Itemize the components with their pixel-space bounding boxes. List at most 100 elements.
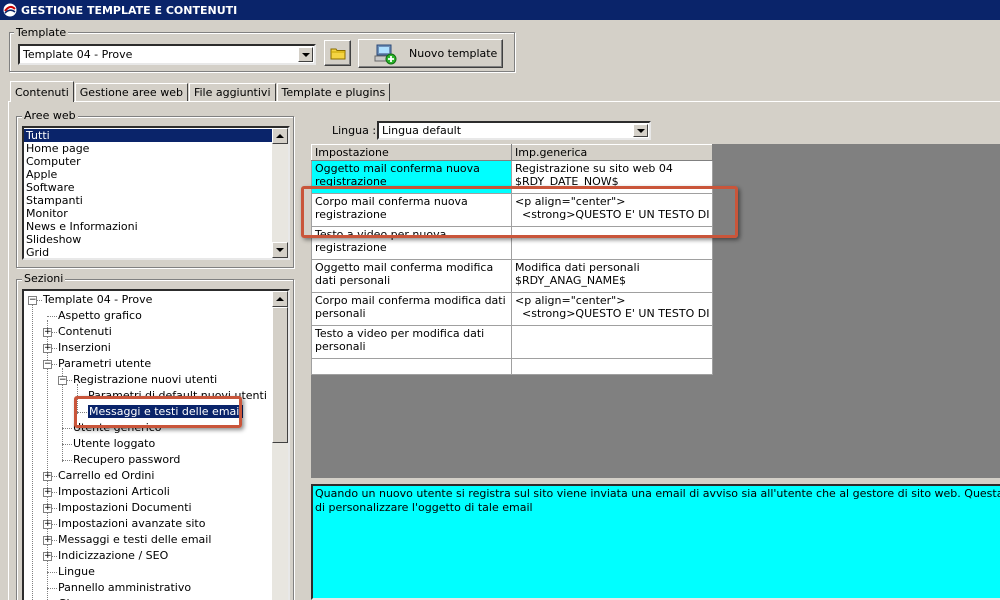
value-cell[interactable] (510, 358, 714, 375)
aree-web-scrollbar[interactable] (272, 128, 288, 258)
tab-file-aggiuntivi[interactable]: File aggiuntivi (188, 83, 276, 102)
value-line: Modifica dati personali (515, 261, 640, 274)
tree-item[interactable]: Indicizzazione / SEO (58, 548, 168, 564)
list-item[interactable]: Home page (24, 142, 272, 155)
value-cell[interactable]: Modifica dati personali $RDY_ANAG_NAME$ (510, 259, 714, 293)
settings-grid: Impostazione Imp.generica Oggetto mail c… (311, 144, 714, 375)
list-item[interactable]: Tutti (24, 129, 272, 142)
expand-icon[interactable]: + (43, 344, 52, 353)
open-folder-button[interactable] (324, 40, 351, 66)
setting-cell[interactable]: Testo a video per modifica dati personal… (311, 325, 512, 359)
collapse-icon[interactable]: − (28, 296, 37, 305)
sezioni-legend: Sezioni (22, 272, 66, 285)
tree-item[interactable]: Pannello amministrativo (58, 580, 191, 596)
tree-item[interactable]: Messaggi e testi delle email (58, 532, 211, 548)
description-line: Quando un nuovo utente si registra sul s… (315, 487, 1000, 500)
tree-item[interactable]: Utente loggato (73, 436, 155, 452)
expand-icon[interactable]: + (43, 328, 52, 337)
list-item[interactable]: Monitor (24, 207, 272, 220)
expand-icon[interactable]: + (43, 536, 52, 545)
scroll-up-button[interactable] (272, 291, 288, 307)
scroll-up-button[interactable] (272, 128, 288, 144)
new-template-button[interactable]: Nuovo template (358, 39, 503, 68)
list-item[interactable]: Stampanti (24, 194, 272, 207)
value-line: <p align="center"> (515, 294, 626, 307)
tree-item[interactable]: Gl... (58, 596, 80, 600)
description-box[interactable]: Quando un nuovo utente si registra sul s… (311, 484, 1000, 600)
table-row[interactable]: Testo a video per modifica dati personal… (311, 325, 714, 359)
tree-item-label: Impostazioni avanzate sito (58, 517, 206, 530)
list-item[interactable]: Grid (24, 246, 272, 258)
tree-item[interactable]: Carrello ed Ordini (58, 468, 154, 484)
tree-item-label: Pannello amministrativo (58, 581, 192, 594)
list-item[interactable]: Computer (24, 155, 272, 168)
tree-item[interactable]: Template 04 - Prove (43, 292, 152, 308)
lingua-dropdown-button[interactable] (633, 124, 648, 137)
template-select-value: Template 04 - Prove (23, 48, 133, 61)
lingua-label: Lingua : (332, 124, 377, 137)
computer-add-icon (374, 44, 397, 64)
tree-item[interactable]: Impostazioni Articoli (58, 484, 170, 500)
collapse-icon[interactable]: − (58, 376, 67, 385)
scroll-down-button[interactable] (272, 242, 288, 258)
list-item[interactable]: News e Informazioni (24, 220, 272, 233)
tree-item[interactable]: Recupero password (73, 452, 180, 468)
grid-header-row: Impostazione Imp.generica (311, 144, 714, 161)
tree-item[interactable]: Aspetto grafico (58, 308, 142, 324)
tab-gestione-aree-web[interactable]: Gestione aree web (74, 83, 188, 102)
folder-icon (330, 48, 345, 60)
tree-item[interactable]: Lingue (58, 564, 95, 580)
tree-item-label: Carrello ed Ordini (58, 469, 155, 482)
annotation-highlight-tree-item (74, 396, 242, 428)
table-row[interactable]: Oggetto mail conferma modifica dati pers… (311, 259, 714, 293)
tree-item-label: Registrazione nuovi utenti (73, 373, 218, 386)
tree-item-label: Aspetto grafico (58, 309, 142, 322)
scroll-thumb[interactable] (272, 307, 288, 443)
tree-item-label: Messaggi e testi delle email (58, 533, 212, 546)
tree-item[interactable]: Registrazione nuovi utenti (73, 372, 217, 388)
app-logo-icon (3, 3, 17, 17)
expand-icon[interactable]: + (43, 520, 52, 529)
tree-item[interactable]: Contenuti (58, 324, 112, 340)
list-item[interactable]: Software (24, 181, 272, 194)
table-row[interactable]: Corpo mail conferma modifica dati person… (311, 292, 714, 326)
tree-connector (47, 572, 57, 573)
tree-item[interactable]: Parametri utente (58, 356, 151, 372)
aree-web-list[interactable]: Tutti Home page Computer Apple Software Stamp… (22, 126, 290, 260)
chevron-up-icon (276, 297, 284, 301)
tree-item[interactable]: Impostazioni avanzate sito (58, 516, 205, 532)
value-cell[interactable] (510, 325, 714, 359)
description-line: di personalizzare l'oggetto di tale emai… (315, 501, 533, 514)
setting-cell[interactable]: Oggetto mail conferma modifica dati pers… (311, 259, 512, 293)
sezioni-tree[interactable]: − Template 04 - Prove Aspetto grafico + Cont… (22, 289, 290, 600)
tree-connector (32, 304, 33, 600)
template-select[interactable]: Template 04 - Prove (18, 44, 316, 65)
collapse-icon[interactable]: − (43, 360, 52, 369)
setting-cell[interactable] (311, 358, 512, 375)
tab-template-e-plugins[interactable]: Template e plugins (276, 83, 391, 102)
template-dropdown-button[interactable] (298, 47, 313, 62)
tab-contenuti[interactable]: Contenuti (10, 81, 74, 102)
expand-icon[interactable]: + (43, 552, 52, 561)
setting-cell[interactable]: Corpo mail conferma modifica dati person… (311, 292, 512, 326)
lingua-select-value: Lingua default (382, 124, 462, 137)
sezioni-scrollbar[interactable] (272, 291, 288, 600)
list-item[interactable]: Apple (24, 168, 272, 181)
expand-icon[interactable]: + (43, 504, 52, 513)
lingua-select[interactable]: Lingua default (377, 121, 651, 140)
expand-icon[interactable]: + (43, 472, 52, 481)
tree-item-label: Lingue (58, 565, 95, 578)
tree-item-label: Impostazioni Documenti (58, 501, 192, 514)
value-cell[interactable]: <p align="center"> <strong>QUESTO E' UN … (510, 292, 714, 326)
column-header-imp-generica[interactable]: Imp.generica (510, 144, 714, 161)
column-header-impostazione[interactable]: Impostazione (311, 144, 512, 161)
tree-item[interactable]: Inserzioni (58, 340, 111, 356)
tree-item[interactable]: Impostazioni Documenti (58, 500, 192, 516)
expand-icon[interactable]: + (43, 488, 52, 497)
table-row-empty[interactable] (311, 358, 714, 375)
chevron-down-icon (276, 248, 284, 252)
list-item[interactable]: Slideshow (24, 233, 272, 246)
tree-connector (62, 460, 72, 461)
template-legend: Template (14, 26, 69, 39)
tree-item-label: Contenuti (58, 325, 112, 338)
